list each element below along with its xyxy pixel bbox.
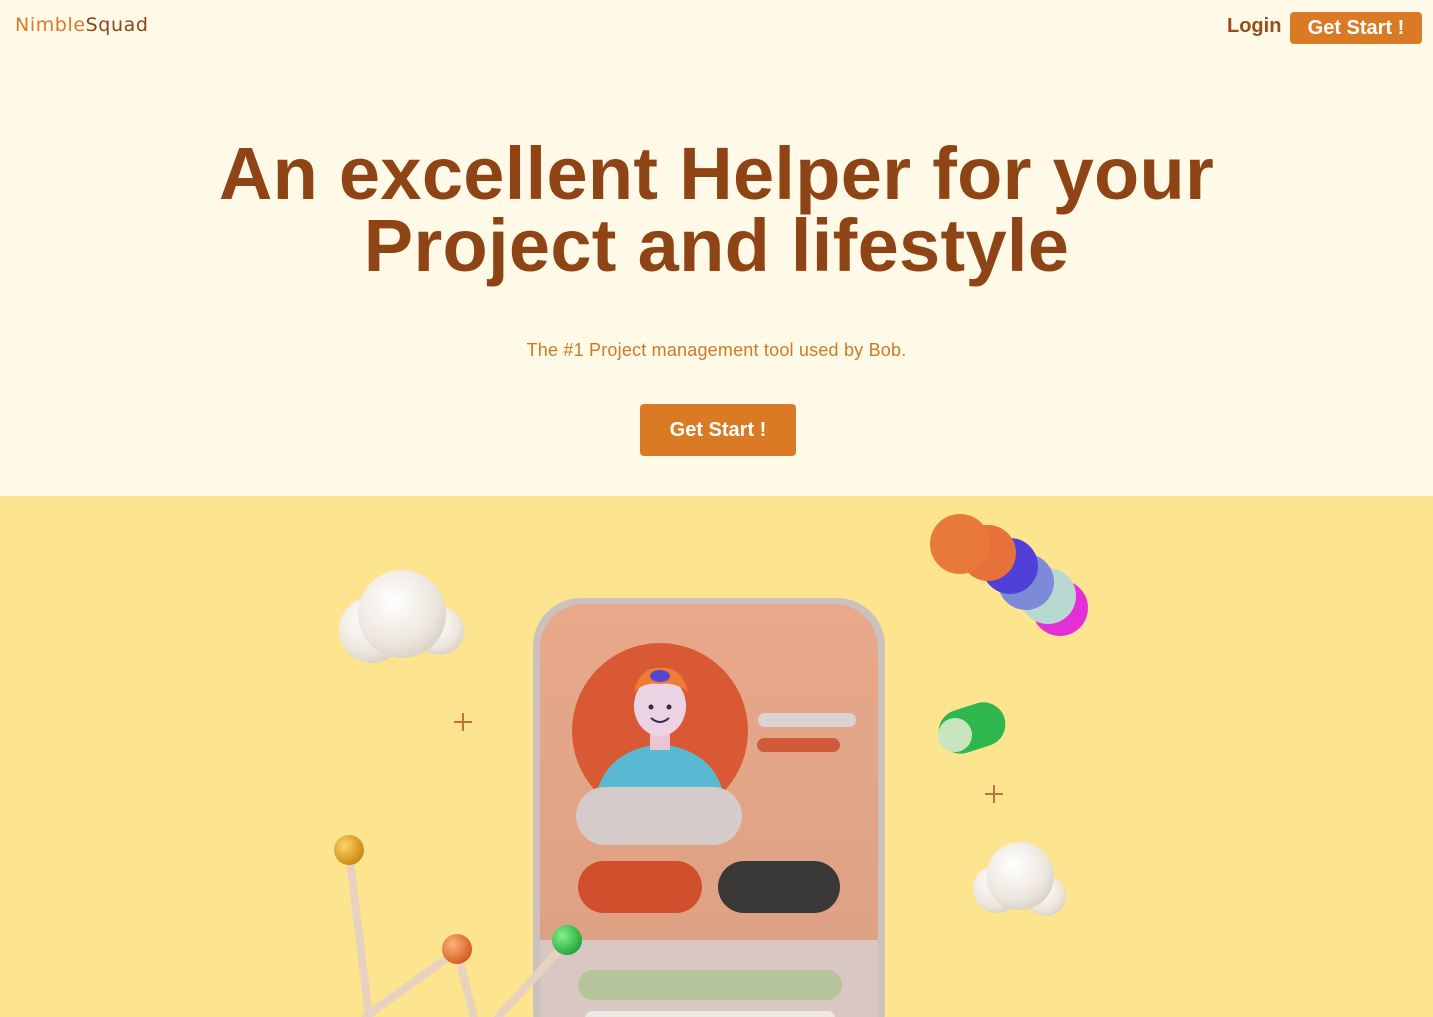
phone-mockup-icon xyxy=(533,598,885,1017)
logo-text-squad: Squad xyxy=(85,14,149,36)
toggle-switch-icon xyxy=(938,702,1006,754)
hero-get-start-button[interactable]: Get Start ! xyxy=(640,404,796,456)
brand-logo[interactable]: NimbleSquad xyxy=(15,14,149,36)
hero-headline-line-2: Project and lifestyle xyxy=(363,204,1070,287)
login-link[interactable]: Login xyxy=(1227,15,1281,38)
hero-headline: An excellent Helper for your Project and… xyxy=(0,132,1433,287)
logo-text-nimble: Nimble xyxy=(15,14,86,36)
plus-left-icon xyxy=(454,713,472,731)
plus-right-icon xyxy=(985,785,1003,803)
bead-chain-icon xyxy=(930,514,1088,636)
header-get-start-button[interactable]: Get Start ! xyxy=(1290,12,1422,44)
top-navigation: NimbleSquad Login Get Start ! xyxy=(0,0,1433,56)
hero-subheadline: The #1 Project management tool used by B… xyxy=(526,340,907,360)
cloud-right-icon xyxy=(973,842,1066,916)
hero-illustration xyxy=(334,514,1088,1017)
hero-headline-line-1: An excellent Helper for your xyxy=(218,132,1215,215)
illustration-band xyxy=(0,496,1433,1017)
cloud-left-icon xyxy=(339,570,464,663)
